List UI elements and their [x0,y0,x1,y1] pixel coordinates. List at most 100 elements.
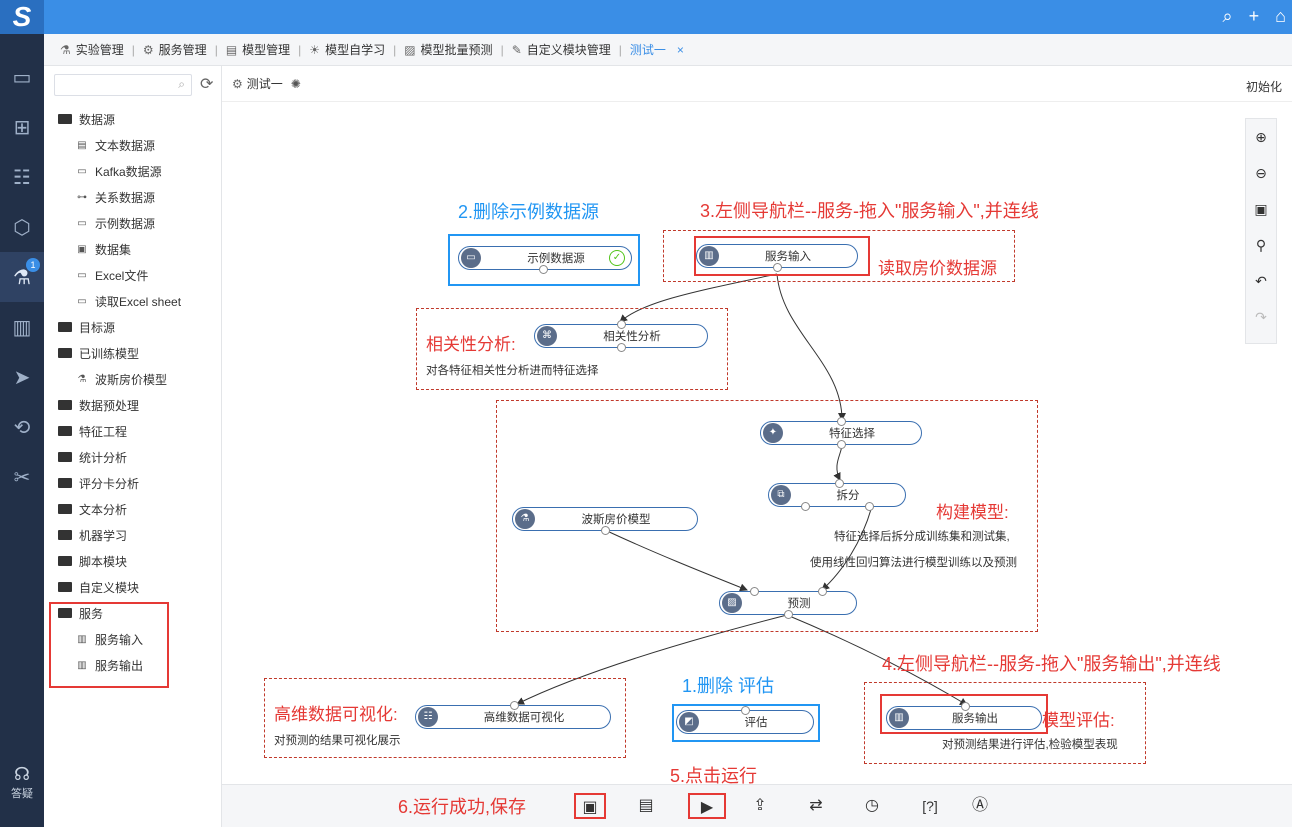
search-input[interactable]: ⌕ [54,74,192,96]
node-sample-source[interactable]: ▭ 示例数据源 ✓ [458,246,632,274]
output-port[interactable] [837,440,846,449]
text-source-icon: ▤ [77,139,87,151]
tree-folder-script[interactable]: 脚本模块 [58,548,218,574]
tree-item-sample-source[interactable]: ▭ 示例数据源 [58,210,218,236]
bar-chart-icon[interactable]: ▥ [0,302,44,352]
tools-icon[interactable]: ✂ [0,452,44,502]
tab-model-selflearn[interactable]: ☀ 模型自学习 [309,41,393,58]
save-as-icon[interactable]: ▤ [630,793,662,819]
feature-icon: ✦ [763,423,783,443]
output-port[interactable] [773,263,782,272]
node-service-output[interactable]: ▥ 服务输出 [886,702,1042,730]
experiment-canvas[interactable]: ▭ 示例数据源 ✓ ▥ 服务输入 ⌘ 相关性分析 ✦ 特征选择 ⧉ 拆分 ⚗ 波… [222,102,1292,786]
node-correlation[interactable]: ⌘ 相关性分析 [534,320,708,352]
tree-folder-feature-eng[interactable]: 特征工程 [58,418,218,444]
refresh-icon[interactable]: ⟳ [200,74,213,94]
node-predict[interactable]: ▨ 预测 [719,587,857,619]
input-port[interactable] [510,701,519,710]
output-port[interactable] [784,610,793,619]
folder-icon [58,114,72,124]
settings-icon[interactable]: ✺ [291,77,301,91]
tab-service-mgmt[interactable]: ⚙ 服务管理 [143,41,215,58]
locate-icon[interactable]: ⚲ [1245,227,1277,263]
zoom-out-icon[interactable]: ⊖ [1245,155,1277,191]
switch-icon[interactable]: ⇄ [800,793,832,819]
input-port-left[interactable] [750,587,759,596]
tree-item-boston-model[interactable]: ⚗ 波斯房价模型 [58,366,218,392]
tab-test1[interactable]: 测试一 × [630,41,692,58]
output-port[interactable] [601,526,610,535]
tree-folder-ml[interactable]: 机器学习 [58,522,218,548]
input-port[interactable] [741,706,750,715]
tree-item-excel-sheet[interactable]: ▭ 读取Excel sheet [58,288,218,314]
output-port-left[interactable] [801,502,810,511]
node-label: 服务输出 [952,713,998,725]
tab-custom-module[interactable]: ✎ 自定义模块管理 [512,41,619,58]
top-bar: S ⌕ + ⌂ [0,0,1292,34]
initialize-button[interactable]: 初始化 [1246,78,1282,95]
tree-item-text-source[interactable]: ▤ 文本数据源 [58,132,218,158]
schedule-icon[interactable]: ◷ [856,793,888,819]
zoom-in-icon[interactable]: ⊕ [1245,119,1277,155]
help-button[interactable]: ☊ 答疑 [0,764,44,801]
output-port[interactable] [539,265,548,274]
cube-icon[interactable]: ⬡ [0,202,44,252]
help-bracket-icon[interactable]: [?] [910,793,950,819]
input-port[interactable] [961,702,970,711]
tab-label: 模型自学习 [325,43,386,57]
input-port[interactable] [617,320,626,329]
flow-icon[interactable]: ⟲ [0,402,44,452]
save-icon[interactable]: ▣ [574,793,606,819]
send-icon[interactable]: ➤ [0,352,44,402]
input-port[interactable] [835,479,844,488]
edge-input-feature [776,273,846,421]
folder-icon [58,426,72,436]
tree-folder-stats[interactable]: 统计分析 [58,444,218,470]
undo-icon[interactable]: ↶ [1245,263,1277,299]
run-icon[interactable]: ▶ [688,793,726,819]
folder-icon [58,556,72,566]
database-icon[interactable]: ☷ [0,152,44,202]
plus-icon[interactable]: + [1249,6,1260,27]
fit-view-icon[interactable]: ▣ [1245,191,1277,227]
redo-icon[interactable]: ↷ [1245,299,1277,335]
tab-model-mgmt[interactable]: ▤ 模型管理 [226,41,298,58]
tab-batch-predict[interactable]: ▨ 模型批量预测 [404,41,500,58]
tree-item-dataset[interactable]: ▣ 数据集 [58,236,218,262]
search-icon[interactable]: ⌕ [1223,6,1233,27]
output-port[interactable] [617,343,626,352]
folder-icon [58,478,72,488]
tree-folder-datasource[interactable]: 数据源 [58,106,218,132]
node-boston-model[interactable]: ⚗ 波斯房价模型 [512,507,698,535]
tree-folder-scorecard[interactable]: 评分卡分析 [58,470,218,496]
tree-item-relational-source[interactable]: ⊶ 关系数据源 [58,184,218,210]
input-port-right[interactable] [818,587,827,596]
export-icon[interactable]: ⇪ [744,793,776,819]
node-split[interactable]: ⧉ 拆分 [768,479,906,511]
tree-item-kafka-source[interactable]: ▭ Kafka数据源 [58,158,218,184]
home-icon[interactable]: ⌂ [1275,6,1286,27]
node-feature-select[interactable]: ✦ 特征选择 [760,417,922,449]
app-logo[interactable]: S [0,0,44,34]
tree-label: 示例数据源 [95,216,156,231]
tree-folder-target[interactable]: 目标源 [58,314,218,340]
node-hd-visualization[interactable]: ☷ 高维数据可视化 [415,701,611,729]
tree-item-excel-file[interactable]: ▭ Excel文件 [58,262,218,288]
tree-folder-text-analysis[interactable]: 文本分析 [58,496,218,522]
tree-folder-trained-models[interactable]: 已训练模型 [58,340,218,366]
node-service-input[interactable]: ▥ 服务输入 [696,244,858,272]
tab-experiment-mgmt[interactable]: ⚗ 实验管理 [60,41,132,58]
close-icon[interactable]: × [677,43,684,57]
output-port-right[interactable] [865,502,874,511]
experiment-icon[interactable]: ⚗ 1 [0,252,44,302]
canvas-tool-panel: ⊕ ⊖ ▣ ⚲ ↶ ↷ [1245,118,1277,344]
monitor-icon[interactable]: ▭ [0,52,44,102]
input-port[interactable] [837,417,846,426]
tree-label: 已训练模型 [79,346,140,361]
tab-label: 测试一 [629,43,666,57]
tree-folder-custom[interactable]: 自定义模块 [58,574,218,600]
node-evaluate[interactable]: ◩ 评估 [676,706,814,734]
tree-folder-preprocess[interactable]: 数据预处理 [58,392,218,418]
apps-icon[interactable]: ⊞ [0,102,44,152]
publish-icon[interactable]: Ⓐ [964,793,996,819]
